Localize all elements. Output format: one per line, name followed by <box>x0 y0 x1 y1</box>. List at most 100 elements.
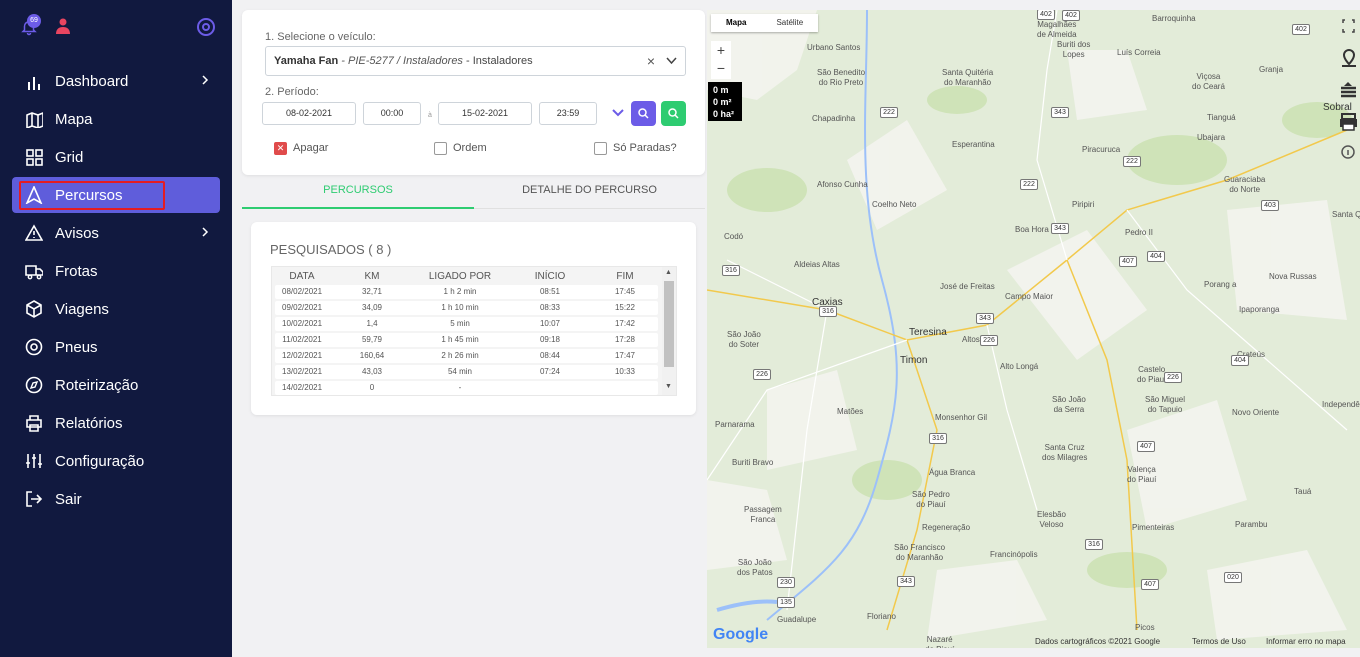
info-tool-icon[interactable] <box>1337 142 1360 166</box>
map-type-satellite[interactable]: Satélite <box>761 14 818 32</box>
terms-link[interactable]: Termos de Uso <box>1192 637 1246 646</box>
vehicle-name: Yamaha Fan <box>274 55 339 67</box>
city-label: Parnarama <box>715 420 755 429</box>
date-end-input[interactable]: 15-02-2021 <box>438 102 532 125</box>
sidebar-item-label: Frotas <box>55 262 98 280</box>
scrollbar[interactable]: ▲ ▼ <box>662 267 676 395</box>
table-row[interactable]: 12/02/2021 160,64 2 h 26 min 08:44 17:47 <box>275 349 658 363</box>
date-start-input[interactable]: 08-02-2021 <box>262 102 356 125</box>
vehicle-group: - Instaladores <box>462 55 533 67</box>
city-label: Buriti Bravo <box>732 458 774 467</box>
city-label: Monsenhor Gil <box>935 413 988 422</box>
scroll-up-icon[interactable]: ▲ <box>665 269 672 276</box>
time-start-input[interactable]: 00:00 <box>363 102 421 125</box>
sidebar-item-viagens[interactable]: Viagens <box>0 290 232 328</box>
sidebar-item-avisos[interactable]: Avisos <box>0 214 232 252</box>
road-shield: 222 <box>880 107 898 118</box>
table-cell: 08:51 <box>539 287 561 296</box>
checkbox-paradas[interactable]: Só Paradas? <box>594 140 677 156</box>
time-end-input[interactable]: 23:59 <box>539 102 597 125</box>
column-header[interactable]: KM <box>342 271 402 282</box>
vehicle-select[interactable]: Yamaha Fan - PIE-5277 / Instaladores - I… <box>265 46 686 76</box>
zoom-in-button[interactable]: + <box>711 41 731 59</box>
sidebar-item-sair[interactable]: Sair <box>0 480 232 518</box>
road-shield: 135 <box>777 597 795 608</box>
city-label: Floriano <box>867 612 896 621</box>
road-shield: 343 <box>1051 107 1069 118</box>
table-cell: - <box>458 383 462 392</box>
city-label: Piracuruca <box>1082 145 1121 154</box>
city-label: São Pedro do Piauí <box>912 490 950 509</box>
unchecked-box <box>594 141 607 155</box>
column-header[interactable]: LIGADO POR <box>400 271 520 282</box>
map[interactable]: Urbano Santos São Benedito do Rio Preto Sa… <box>707 10 1360 648</box>
tab-detalhe[interactable]: DETALHE DO PERCURSO <box>474 175 705 209</box>
city-label: Francinópolis <box>990 550 1038 559</box>
sidebar-item-label: Pneus <box>55 338 98 356</box>
table-row[interactable]: 11/02/2021 59,79 1 h 45 min 09:18 17:28 <box>275 333 658 347</box>
compass-icon <box>25 376 43 394</box>
zoom-out-button[interactable]: − <box>711 59 731 77</box>
table-cell: 43,03 <box>361 367 383 376</box>
scroll-down-icon[interactable]: ▼ <box>665 383 672 390</box>
road-shield: 226 <box>1164 372 1182 383</box>
table-row[interactable]: 08/02/2021 32,71 1 h 2 min 08:51 17:45 <box>275 285 658 299</box>
road-shield: 404 <box>1147 251 1165 262</box>
sidebar-item-pneus[interactable]: Pneus <box>0 328 232 366</box>
city-label: Santa Quitéria do Maranhão <box>942 68 994 87</box>
sidebar-item-configuracao[interactable]: Configuração <box>0 442 232 480</box>
sidebar-item-percursos[interactable]: Percursos <box>12 177 220 213</box>
fullscreen-icon[interactable] <box>1337 14 1360 38</box>
column-header[interactable]: FIM <box>600 271 650 282</box>
clear-icon[interactable]: × <box>647 47 655 75</box>
checkbox-apagar[interactable]: ✕ Apagar <box>274 140 328 156</box>
road-shield: 402 <box>1062 10 1080 21</box>
sidebar-item-roteirizacao[interactable]: Roteirização <box>0 366 232 404</box>
layers-tool-icon[interactable] <box>1337 78 1360 102</box>
sidebar-item-dashboard[interactable]: Dashboard <box>0 62 232 100</box>
sidebar-item-relatorios[interactable]: Relatórios <box>0 404 232 442</box>
city-label: Magalhães de Almeida <box>1037 20 1077 39</box>
table-cell: 08:33 <box>539 303 561 312</box>
tab-percursos[interactable]: PERCURSOS <box>242 175 474 209</box>
city-label: São Benedito do Rio Preto <box>817 68 866 87</box>
target-icon[interactable] <box>196 17 216 37</box>
sidebar-item-label: Sair <box>55 490 82 508</box>
route-panel: 1. Selecione o veículo: Yamaha Fan - PIE… <box>232 0 708 657</box>
road-shield: 404 <box>1231 355 1249 366</box>
table-row[interactable]: 10/02/2021 1,4 5 min 10:07 17:42 <box>275 317 658 331</box>
column-header[interactable]: DATA <box>282 271 322 282</box>
table-row[interactable]: 13/02/2021 43,03 54 min 07:24 10:33 <box>275 365 658 379</box>
table-cell: 09:18 <box>539 335 561 344</box>
city-label: Guaraciaba do Norte <box>1224 175 1266 194</box>
report-error-link[interactable]: Informar erro no mapa <box>1266 637 1346 646</box>
checkbox-apagar-label: Apagar <box>293 142 329 154</box>
pin-tool-icon[interactable] <box>1337 46 1360 70</box>
road-shield: 402 <box>1037 10 1055 20</box>
sidebar-item-frotas[interactable]: Frotas <box>0 252 232 290</box>
search-button[interactable] <box>631 101 656 126</box>
scrollbar-thumb[interactable] <box>664 281 674 367</box>
chevron-down-icon[interactable] <box>666 57 677 65</box>
search-alt-button[interactable] <box>661 101 686 126</box>
table-row[interactable]: 09/02/2021 34,09 1 h 10 min 08:33 15:22 <box>275 301 658 315</box>
table-cell: 17:45 <box>614 287 636 296</box>
results-card: PESQUISADOS ( 8 ) ▲ ▼ DATA KM LIGADO POR IN… <box>251 222 696 415</box>
map-type-map[interactable]: Mapa <box>711 14 761 32</box>
city-label: José de Freitas <box>940 282 995 291</box>
results-table: ▲ ▼ DATA KM LIGADO POR INÍCIO FIM 08/02/2021 3… <box>271 266 677 396</box>
sidebar-item-mapa[interactable]: Mapa <box>0 100 232 138</box>
expand-chevron-icon[interactable] <box>612 108 624 118</box>
table-row[interactable]: 14/02/2021 0 - <box>275 381 658 395</box>
sidebar-item-grid[interactable]: Grid <box>0 138 232 176</box>
city-label: São Miguel do Tapuio <box>1145 395 1186 414</box>
search-icon <box>668 108 679 119</box>
vehicle-detail: - PIE-5277 / Instaladores <box>338 55 463 67</box>
table-cell: 10:33 <box>614 367 636 376</box>
column-header[interactable]: INÍCIO <box>520 271 580 282</box>
user-icon[interactable] <box>56 18 70 34</box>
table-cell: 11/02/2021 <box>282 335 322 344</box>
sidebar-item-label: Dashboard <box>55 72 129 90</box>
print-tool-icon[interactable] <box>1337 110 1360 134</box>
checkbox-ordem[interactable]: Ordem <box>434 140 487 156</box>
